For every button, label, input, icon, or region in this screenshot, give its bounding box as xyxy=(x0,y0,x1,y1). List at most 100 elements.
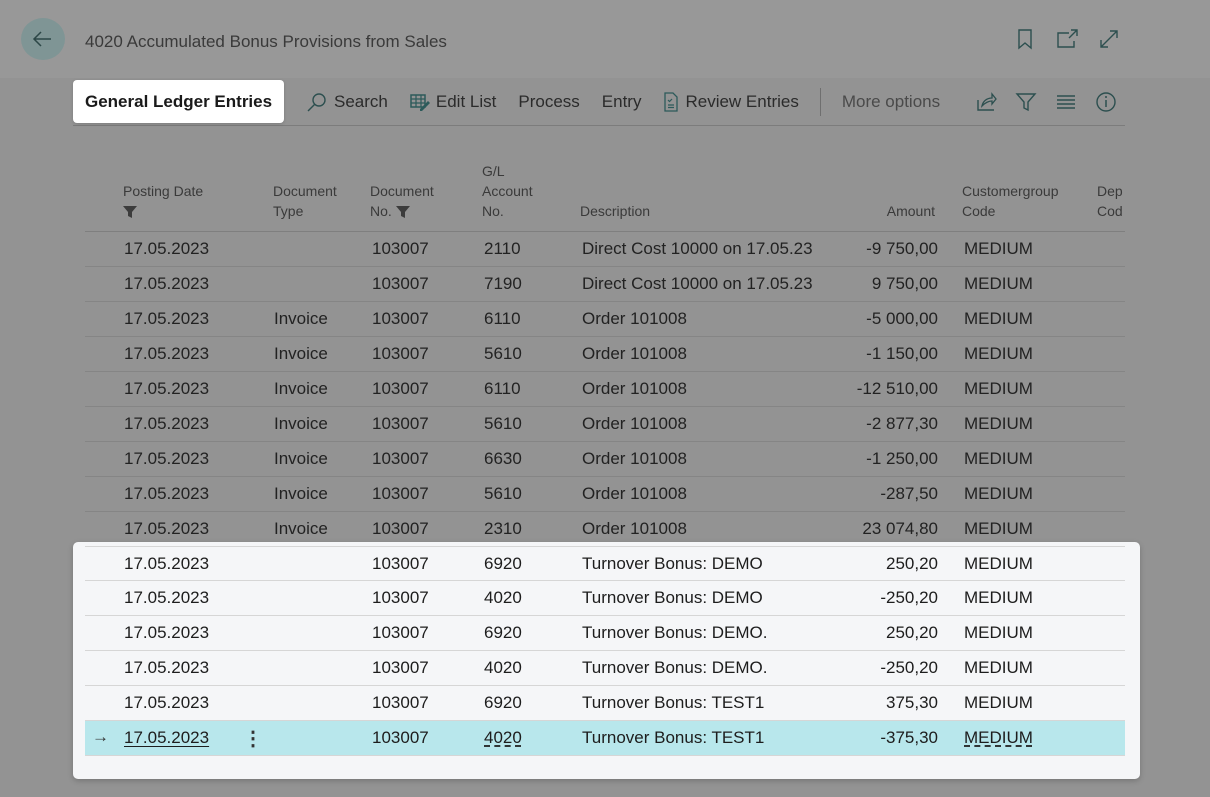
description-cell: Turnover Bonus: TEST1 xyxy=(582,728,765,747)
table-row[interactable]: 17.05.2023 103007 6920 Turnover Bonus: DEMO… xyxy=(85,616,1125,651)
column-header-amount[interactable]: Amount xyxy=(887,201,935,221)
gl-account-cell[interactable]: 6920 xyxy=(484,693,522,713)
filter-button[interactable] xyxy=(1015,91,1037,113)
gl-account-cell[interactable]: 4020 xyxy=(484,658,522,678)
posting-date-cell[interactable]: 17.05.2023 xyxy=(124,484,209,504)
customergroup-cell[interactable]: MEDIUM xyxy=(964,309,1033,329)
customergroup-cell[interactable]: MEDIUM xyxy=(964,379,1033,399)
entry-menu[interactable]: Entry xyxy=(591,80,653,123)
gl-account-cell[interactable]: 6110 xyxy=(484,379,521,399)
posting-date-cell[interactable]: 17.05.2023 xyxy=(124,658,209,678)
posting-date-cell[interactable]: 17.05.2023 xyxy=(124,449,209,469)
table-row-selected[interactable]: → ⋮ 17.05.2023 103007 4020 Turnover Bonus: TE… xyxy=(85,721,1125,756)
gl-account-cell[interactable]: 6920 xyxy=(484,554,522,574)
table-row[interactable]: 17.05.2023 Invoice 103007 6630 Order 101008 -… xyxy=(85,442,1125,477)
back-button[interactable] xyxy=(21,18,65,60)
gl-account-cell[interactable]: 5610 xyxy=(484,484,522,504)
document-no-cell[interactable]: 103007 xyxy=(372,379,429,399)
customergroup-cell[interactable]: MEDIUM xyxy=(964,658,1033,678)
document-no-cell[interactable]: 103007 xyxy=(372,239,429,259)
table-row[interactable]: 17.05.2023 Invoice 103007 5610 Order 101008 -… xyxy=(85,407,1125,442)
posting-date-cell[interactable]: 17.05.2023 xyxy=(124,588,209,608)
document-no-cell[interactable]: 103007 xyxy=(372,519,429,539)
customergroup-cell[interactable]: MEDIUM xyxy=(964,623,1033,643)
document-no-cell[interactable]: 103007 xyxy=(372,484,429,504)
table-row[interactable]: 17.05.2023 103007 2110 Direct Cost 10000 on… xyxy=(85,232,1125,267)
posting-date-cell[interactable]: 17.05.2023 xyxy=(124,519,209,539)
column-header-document-type[interactable]: Document Type xyxy=(273,181,337,221)
customergroup-cell[interactable]: MEDIUM xyxy=(964,344,1033,364)
gl-account-cell[interactable]: 6630 xyxy=(484,449,522,469)
column-header-description[interactable]: Description xyxy=(580,201,650,221)
gl-account-cell[interactable]: 6920 xyxy=(484,623,522,643)
table-row[interactable]: 17.05.2023 103007 6920 Turnover Bonus: DEMO… xyxy=(85,546,1125,581)
column-header-customergroup-code[interactable]: Customergroup Code xyxy=(962,181,1059,221)
document-no-cell[interactable]: 103007 xyxy=(372,693,429,713)
customergroup-cell[interactable]: MEDIUM xyxy=(964,239,1033,259)
tab-general-ledger-entries[interactable]: General Ledger Entries xyxy=(73,80,285,123)
document-no-cell[interactable]: 103007 xyxy=(372,554,429,574)
bookmark-button[interactable] xyxy=(1014,28,1036,50)
gl-account-cell[interactable]: 5610 xyxy=(484,414,522,434)
document-no-cell[interactable]: 103007 xyxy=(372,623,429,643)
info-button[interactable] xyxy=(1095,91,1117,113)
expand-button[interactable] xyxy=(1098,28,1120,50)
gl-account-cell[interactable]: 2110 xyxy=(484,239,521,259)
table-row[interactable]: 17.05.2023 Invoice 103007 5610 Order 101008 -… xyxy=(85,337,1125,372)
table-row[interactable]: 17.05.2023 103007 4020 Turnover Bonus: DEMO… xyxy=(85,651,1125,686)
customergroup-cell[interactable]: MEDIUM xyxy=(964,449,1033,469)
column-header-document-no[interactable]: Document No. xyxy=(370,181,434,221)
customergroup-cell[interactable]: MEDIUM xyxy=(964,519,1033,539)
gl-account-cell[interactable]: 4020 xyxy=(484,728,522,748)
document-no-cell[interactable]: 103007 xyxy=(372,449,429,469)
posting-date-cell[interactable]: 17.05.2023 xyxy=(124,379,209,399)
document-no-cell[interactable]: 103007 xyxy=(372,414,429,434)
posting-date-cell[interactable]: 17.05.2023 xyxy=(124,693,209,713)
document-no-cell[interactable]: 103007 xyxy=(372,588,429,608)
customergroup-cell[interactable]: MEDIUM xyxy=(964,414,1033,434)
gl-account-cell[interactable]: 2310 xyxy=(484,519,522,539)
document-no-cell[interactable]: 103007 xyxy=(372,274,429,294)
list-view-button[interactable] xyxy=(1055,91,1077,113)
table-row[interactable]: 17.05.2023 103007 7190 Direct Cost 10000 on… xyxy=(85,267,1125,302)
row-actions-menu-button[interactable]: ⋮ xyxy=(243,726,263,751)
posting-date-cell[interactable]: 17.05.2023 xyxy=(124,728,209,748)
gl-account-cell[interactable]: 7190 xyxy=(484,274,522,294)
document-no-cell[interactable]: 103007 xyxy=(372,658,429,678)
review-entries-button[interactable]: Review Entries xyxy=(652,80,809,123)
customergroup-cell[interactable]: MEDIUM xyxy=(964,554,1033,574)
entry-label: Entry xyxy=(601,91,642,111)
document-no-cell[interactable]: 103007 xyxy=(372,309,429,329)
table-row[interactable]: 17.05.2023 Invoice 103007 5610 Order 101008 -… xyxy=(85,477,1125,512)
customergroup-cell[interactable]: MEDIUM xyxy=(964,274,1033,294)
column-header-gl-account-no[interactable]: G/L Account No. xyxy=(482,161,533,221)
posting-date-cell[interactable]: 17.05.2023 xyxy=(124,309,209,329)
open-new-window-button[interactable] xyxy=(1056,28,1078,50)
table-row[interactable]: 17.05.2023 103007 4020 Turnover Bonus: DEMO… xyxy=(85,581,1125,616)
posting-date-cell[interactable]: 17.05.2023 xyxy=(124,344,209,364)
customergroup-cell[interactable]: MEDIUM xyxy=(964,728,1033,748)
edit-list-button[interactable]: Edit List xyxy=(399,80,507,123)
table-row[interactable]: 17.05.2023 Invoice 103007 6110 Order 101008 -… xyxy=(85,372,1125,407)
posting-date-cell[interactable]: 17.05.2023 xyxy=(124,554,209,574)
gl-account-cell[interactable]: 4020 xyxy=(484,588,522,608)
search-button[interactable]: Search xyxy=(295,80,399,123)
posting-date-cell[interactable]: 17.05.2023 xyxy=(124,623,209,643)
gl-account-cell[interactable]: 6110 xyxy=(484,309,521,329)
customergroup-cell[interactable]: MEDIUM xyxy=(964,693,1033,713)
column-header-posting-date[interactable]: Posting Date xyxy=(123,181,203,221)
gl-account-cell[interactable]: 5610 xyxy=(484,344,522,364)
posting-date-cell[interactable]: 17.05.2023 xyxy=(124,414,209,434)
posting-date-cell[interactable]: 17.05.2023 xyxy=(124,239,209,259)
more-options-button[interactable]: More options xyxy=(831,80,951,123)
table-row[interactable]: 17.05.2023 103007 6920 Turnover Bonus: TEST… xyxy=(85,686,1125,721)
customergroup-cell[interactable]: MEDIUM xyxy=(964,588,1033,608)
customergroup-cell[interactable]: MEDIUM xyxy=(964,484,1033,504)
document-no-cell[interactable]: 103007 xyxy=(372,728,429,748)
share-button[interactable] xyxy=(975,91,997,113)
table-row[interactable]: 17.05.2023 Invoice 103007 6110 Order 101008 -… xyxy=(85,302,1125,337)
posting-date-cell[interactable]: 17.05.2023 xyxy=(124,274,209,294)
column-header-department-code[interactable]: Dep Cod xyxy=(1097,181,1123,221)
document-no-cell[interactable]: 103007 xyxy=(372,344,429,364)
process-menu[interactable]: Process xyxy=(507,80,590,123)
